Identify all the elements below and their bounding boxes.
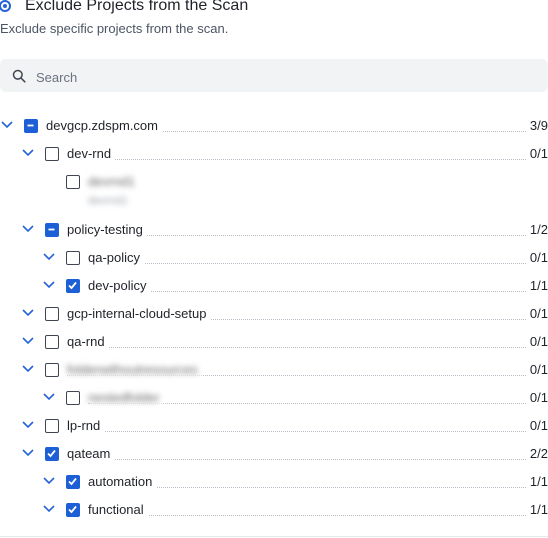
chevron-down-icon[interactable] — [42, 476, 56, 486]
tree-row[interactable]: qa-policy 0/1 — [0, 244, 548, 272]
selection-count: 1/1 — [525, 474, 548, 489]
dotted-leader — [88, 263, 548, 264]
tree-item-label: devgcp.zdspm.com — [46, 118, 162, 133]
checkbox-checked[interactable] — [66, 279, 80, 293]
tree-item-label: lp-rnd — [67, 418, 105, 433]
tree-row[interactable]: qa-rnd 0/1 — [0, 328, 548, 356]
tree-row[interactable]: functional 1/1 — [0, 496, 548, 524]
tree-row[interactable]: nestedfolder 0/1 — [0, 384, 548, 412]
checkbox-partial[interactable] — [24, 119, 38, 133]
chevron-down-icon[interactable] — [42, 252, 56, 262]
checkbox[interactable] — [45, 147, 59, 161]
selection-count: 1/2 — [525, 222, 548, 237]
checkbox-partial[interactable] — [45, 223, 59, 237]
selection-count: 2/2 — [525, 446, 548, 461]
checkmark-icon — [68, 477, 77, 486]
checkmark-icon — [68, 505, 77, 514]
selection-count: 0/1 — [525, 418, 548, 433]
tree-item-label: gcp-internal-cloud-setup — [67, 306, 211, 321]
indeterminate-icon — [27, 124, 34, 127]
tree-item-label: dev-rnd — [67, 146, 116, 161]
checkbox[interactable] — [45, 363, 59, 377]
chevron-down-icon[interactable] — [21, 308, 35, 318]
dotted-leader — [88, 291, 548, 292]
checkbox[interactable] — [45, 307, 59, 321]
dotted-leader — [67, 431, 548, 432]
tree-row[interactable]: automation 1/1 — [0, 468, 548, 496]
checkmark-icon — [47, 449, 56, 458]
tree-row[interactable]: dev-rnd 0/1 — [0, 140, 548, 168]
tree-row[interactable]: policy-testing 1/2 — [0, 216, 548, 244]
dotted-leader — [67, 459, 548, 460]
chevron-down-icon[interactable] — [21, 364, 35, 374]
chevron-down-icon[interactable] — [42, 504, 56, 514]
divider — [0, 536, 548, 537]
checkbox[interactable] — [66, 251, 80, 265]
selection-count: 0/1 — [525, 250, 548, 265]
dotted-leader — [67, 347, 548, 348]
dotted-leader — [67, 159, 548, 160]
chevron-down-icon[interactable] — [42, 392, 56, 402]
selection-count: 0/1 — [525, 306, 548, 321]
tree-item-label: qa-rnd — [67, 334, 109, 349]
tree-row[interactable]: gcp-internal-cloud-setup 0/1 — [0, 300, 548, 328]
chevron-down-icon[interactable] — [21, 336, 35, 346]
tree-row[interactable]: lp-rnd 0/1 — [0, 412, 548, 440]
tree-item-label: devrnd1 — [88, 174, 139, 189]
chevron-down-icon[interactable] — [21, 420, 35, 430]
selection-count: 1/1 — [525, 278, 548, 293]
indeterminate-icon — [48, 228, 55, 231]
selection-count: 0/1 — [525, 390, 548, 405]
search-icon — [12, 69, 26, 83]
selection-count: 0/1 — [525, 362, 548, 377]
checkbox[interactable] — [66, 175, 80, 189]
tree-item-label: automation — [88, 474, 157, 489]
tree-item-label: dev-policy — [88, 278, 151, 293]
checkbox[interactable] — [45, 335, 59, 349]
checkbox-checked[interactable] — [45, 447, 59, 461]
selection-count: 3/9 — [525, 118, 548, 133]
checkmark-icon — [68, 281, 77, 290]
tree-row[interactable]: dev-policy 1/1 — [0, 272, 548, 300]
selection-count: 0/1 — [525, 334, 548, 349]
tree-row[interactable]: devrnd1 — [0, 168, 548, 196]
chevron-down-icon[interactable] — [42, 280, 56, 290]
search-box[interactable] — [0, 59, 548, 92]
tree-row[interactable]: folderwithoutresources 0/1 — [0, 356, 548, 384]
tree-row[interactable]: devgcp.zdspm.com 3/9 — [0, 112, 548, 140]
chevron-down-icon[interactable] — [0, 120, 14, 130]
tree-row[interactable]: qateam 2/2 — [0, 440, 548, 468]
selection-count: 1/1 — [525, 502, 548, 517]
chevron-down-icon[interactable] — [21, 148, 35, 158]
checkbox[interactable] — [66, 391, 80, 405]
radio-selected-icon[interactable] — [0, 0, 11, 12]
tree-item-label: policy-testing — [67, 222, 147, 237]
tree-item-label: folderwithoutresources — [67, 362, 202, 377]
section-subtitle: Exclude specific projects from the scan. — [0, 21, 229, 36]
chevron-down-icon[interactable] — [21, 448, 35, 458]
search-input[interactable] — [34, 66, 518, 88]
tree-item-label: qateam — [67, 446, 115, 461]
dotted-leader — [88, 487, 548, 488]
chevron-down-icon[interactable] — [21, 224, 35, 234]
checkbox-checked[interactable] — [66, 503, 80, 517]
tree-item-label: qa-policy — [88, 250, 145, 265]
tree-item-label: functional — [88, 502, 148, 517]
checkbox[interactable] — [45, 419, 59, 433]
tree-item-sublabel: devrnd1 — [88, 195, 128, 207]
checkbox-checked[interactable] — [66, 475, 80, 489]
tree-item-label: nestedfolder — [88, 390, 164, 405]
selection-count: 0/1 — [525, 146, 548, 161]
section-title: Exclude Projects from the Scan — [25, 0, 249, 14]
dotted-leader — [88, 515, 548, 516]
